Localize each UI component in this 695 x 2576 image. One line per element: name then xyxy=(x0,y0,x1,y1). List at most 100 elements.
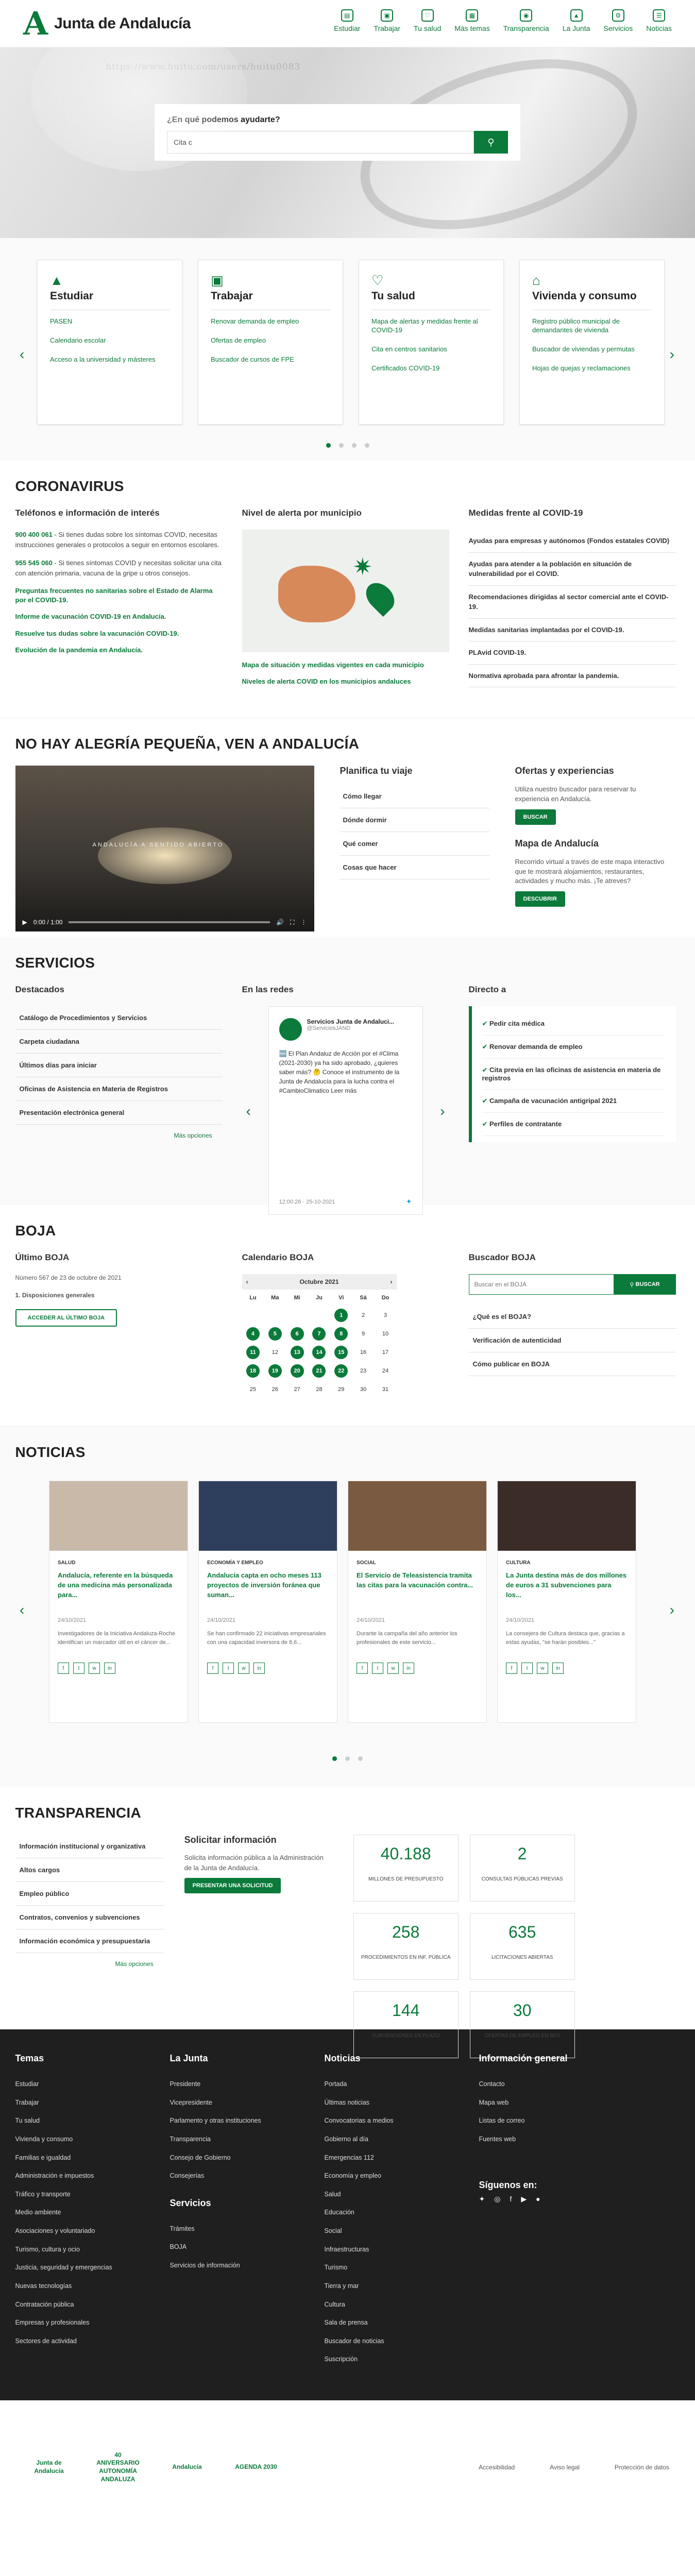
facebook-icon[interactable]: f xyxy=(207,1663,218,1674)
calendar-day[interactable]: 24 xyxy=(379,1364,392,1378)
phone-number[interactable]: 955 545 060 xyxy=(15,559,53,567)
plan-link[interactable]: Cosas que hacer xyxy=(340,856,489,879)
stat-box[interactable]: 30 OFERTAS DE EMPLEO EN BEV xyxy=(469,1991,575,2058)
footer-link[interactable]: Empresas y profesionales xyxy=(15,2314,170,2332)
last-boja-button[interactable]: ACCEDER AL ÚLTIMO BOJA xyxy=(15,1309,117,1327)
calendar-day[interactable]: 18 xyxy=(246,1364,260,1378)
calendar-day[interactable]: 7 xyxy=(312,1327,326,1341)
news-image[interactable] xyxy=(498,1481,636,1551)
tweet-next-icon[interactable]: › xyxy=(440,1103,445,1120)
nav-item[interactable]: ◉ Transparencia xyxy=(503,9,549,32)
calendar-day[interactable]: 22 xyxy=(334,1364,348,1378)
transparency-link[interactable]: Altos cargos xyxy=(15,1858,164,1882)
footer-link[interactable]: Sala de prensa xyxy=(325,2314,479,2332)
news-title[interactable]: Andalucía capta en ocho meses 113 proyec… xyxy=(207,1571,329,1610)
footer-link[interactable]: Contacto xyxy=(479,2075,634,2094)
footer-link[interactable]: Tierra y mar xyxy=(325,2277,479,2296)
video-progress[interactable] xyxy=(69,921,270,923)
calendar-day[interactable]: 10 xyxy=(379,1327,392,1341)
footer-link[interactable]: Mapa web xyxy=(479,2094,634,2112)
calendar-day[interactable]: 11 xyxy=(246,1346,260,1359)
footer-link[interactable]: Suscripción xyxy=(325,2350,479,2369)
stat-box[interactable]: 2 CONSULTAS PÚBLICAS PREVIAS xyxy=(469,1835,575,1902)
category-link[interactable]: PASEN xyxy=(50,317,169,326)
calendar-day[interactable]: 27 xyxy=(291,1383,304,1396)
nav-item[interactable]: ▲ La Junta xyxy=(563,9,590,32)
footer-link[interactable]: Educación xyxy=(325,2204,479,2222)
featured-link[interactable]: Catálogo de Procedimientos y Servicios xyxy=(15,1006,223,1030)
calendar-day[interactable]: 4 xyxy=(246,1327,260,1341)
footer-link[interactable]: Economía y empleo xyxy=(325,2167,479,2185)
footer-link[interactable]: Buscador de noticias xyxy=(325,2332,479,2351)
discover-button[interactable]: DESCUBRIR xyxy=(515,891,565,907)
calendar-day[interactable]: 2 xyxy=(357,1309,370,1322)
footer-link[interactable]: Salud xyxy=(325,2185,479,2204)
news-title[interactable]: Andalucía, referente en la búsqueda de u… xyxy=(58,1571,179,1610)
news-title[interactable]: El Servicio de Teleasistencia tramita la… xyxy=(357,1571,478,1610)
footer-link[interactable]: Trabajar xyxy=(15,2094,170,2112)
footer-link[interactable]: Fuentes web xyxy=(479,2130,634,2149)
boja-section-link[interactable]: 1. Disposiciones generales xyxy=(15,1292,223,1299)
category-link[interactable]: Calendario escolar xyxy=(50,336,169,345)
prev-month-icon[interactable]: ‹ xyxy=(242,1278,248,1285)
carousel-dot[interactable] xyxy=(338,443,344,448)
calendar-day[interactable]: 20 xyxy=(290,1364,304,1378)
footer-link[interactable]: Servicios de información xyxy=(170,2257,325,2275)
calendar-day[interactable]: 15 xyxy=(334,1346,348,1359)
calendar-day[interactable]: 1 xyxy=(334,1309,348,1322)
covid-link[interactable]: Resuelve tus dudas sobre la vacunación C… xyxy=(15,629,223,638)
direct-link[interactable]: ✔ Cita previa en las oficinas de asisten… xyxy=(482,1059,666,1090)
calendar-day[interactable]: 12 xyxy=(268,1346,282,1359)
stat-box[interactable]: 258 PROCEDIMIENTOS EN INF. PÚBLICA xyxy=(353,1913,459,1980)
direct-link[interactable]: ✔ Renovar demanda de empleo xyxy=(482,1036,666,1059)
direct-link[interactable]: ✔ Pedir cita médica xyxy=(482,1012,666,1036)
plan-link[interactable]: Qué comer xyxy=(340,832,489,856)
featured-link[interactable]: Oficinas de Asistencia en Materia de Reg… xyxy=(15,1077,223,1101)
calendar-day[interactable]: 3 xyxy=(379,1309,392,1322)
calendar-day[interactable]: 31 xyxy=(379,1383,392,1396)
twitter-icon[interactable]: t xyxy=(521,1663,533,1674)
category-link[interactable]: Buscador de viviendas y permutas xyxy=(532,345,652,354)
calendar-day[interactable]: 30 xyxy=(357,1383,370,1396)
twitter-icon[interactable]: t xyxy=(223,1663,234,1674)
category-link[interactable]: Cita en centros sanitarios xyxy=(371,345,491,354)
linkedin-icon[interactable]: in xyxy=(253,1663,265,1674)
request-button[interactable]: PRESENTAR UNA SOLICITUD xyxy=(184,1878,281,1893)
category-link[interactable]: Hojas de quejas y reclamaciones xyxy=(532,364,652,373)
map-link[interactable]: Niveles de alerta COVID en los municipio… xyxy=(242,677,449,686)
map-link[interactable]: Mapa de situación y medidas vigentes en … xyxy=(242,660,449,670)
calendar-day[interactable]: 25 xyxy=(246,1383,260,1396)
footer-link[interactable]: Medio ambiente xyxy=(15,2204,170,2222)
linkedin-icon[interactable]: in xyxy=(403,1663,414,1674)
footer-link[interactable]: Vivienda y consumo xyxy=(15,2130,170,2149)
category-link[interactable]: Registro público municipal de demandante… xyxy=(532,317,652,335)
featured-link[interactable]: Presentación electrónica general xyxy=(15,1101,223,1125)
footer-link[interactable]: BOJA xyxy=(170,2238,325,2257)
covid-link[interactable]: Informe de vacunación COVID-19 en Andalu… xyxy=(15,612,223,621)
footer-link[interactable]: Turismo, cultura y ocio xyxy=(15,2241,170,2259)
news-image[interactable] xyxy=(199,1481,337,1551)
boja-link[interactable]: ¿Qué es el BOJA? xyxy=(468,1305,676,1329)
footer-link[interactable]: Últimas noticias xyxy=(325,2094,479,2112)
news-next-icon[interactable]: › xyxy=(670,1602,674,1618)
footer-link[interactable]: Infraestructuras xyxy=(325,2241,479,2259)
carousel-dot[interactable] xyxy=(345,1756,350,1761)
category-link[interactable]: Acceso a la universidad y másteres xyxy=(50,355,169,364)
footer-link[interactable]: Trámites xyxy=(170,2220,325,2239)
play-icon[interactable]: ▶ xyxy=(23,919,27,926)
carousel-dot[interactable] xyxy=(364,443,369,448)
direct-link[interactable]: ✔ Campaña de vacunación antigripal 2021 xyxy=(482,1090,666,1113)
calendar-day[interactable]: 17 xyxy=(379,1346,392,1359)
partner-logo[interactable]: 40 ANIVERSARIO AUTONOMÍA ANDALUZA xyxy=(95,2451,141,2483)
footer-link[interactable]: Familias e igualdad xyxy=(15,2149,170,2167)
category-link[interactable]: Mapa de alertas y medidas frente al COVI… xyxy=(371,317,491,335)
more-options-link[interactable]: Más opciones xyxy=(15,1960,164,1968)
calendar-day[interactable]: 26 xyxy=(268,1383,282,1396)
boja-link[interactable]: Cómo publicar en BOJA xyxy=(468,1352,676,1376)
featured-link[interactable]: Últimos días para iniciar xyxy=(15,1054,223,1077)
volume-icon[interactable]: 🔊 xyxy=(276,919,284,926)
footer-link[interactable]: Nuevas tecnologías xyxy=(15,2277,170,2296)
promo-video[interactable]: ANDALUCÍA A SENTIDO ABIERTO ▶ 0:00 / 1:0… xyxy=(15,766,314,931)
transparency-link[interactable]: Información económica y presupuestaria xyxy=(15,1929,164,1953)
nav-item[interactable]: ▤ Estudiar xyxy=(334,9,360,32)
